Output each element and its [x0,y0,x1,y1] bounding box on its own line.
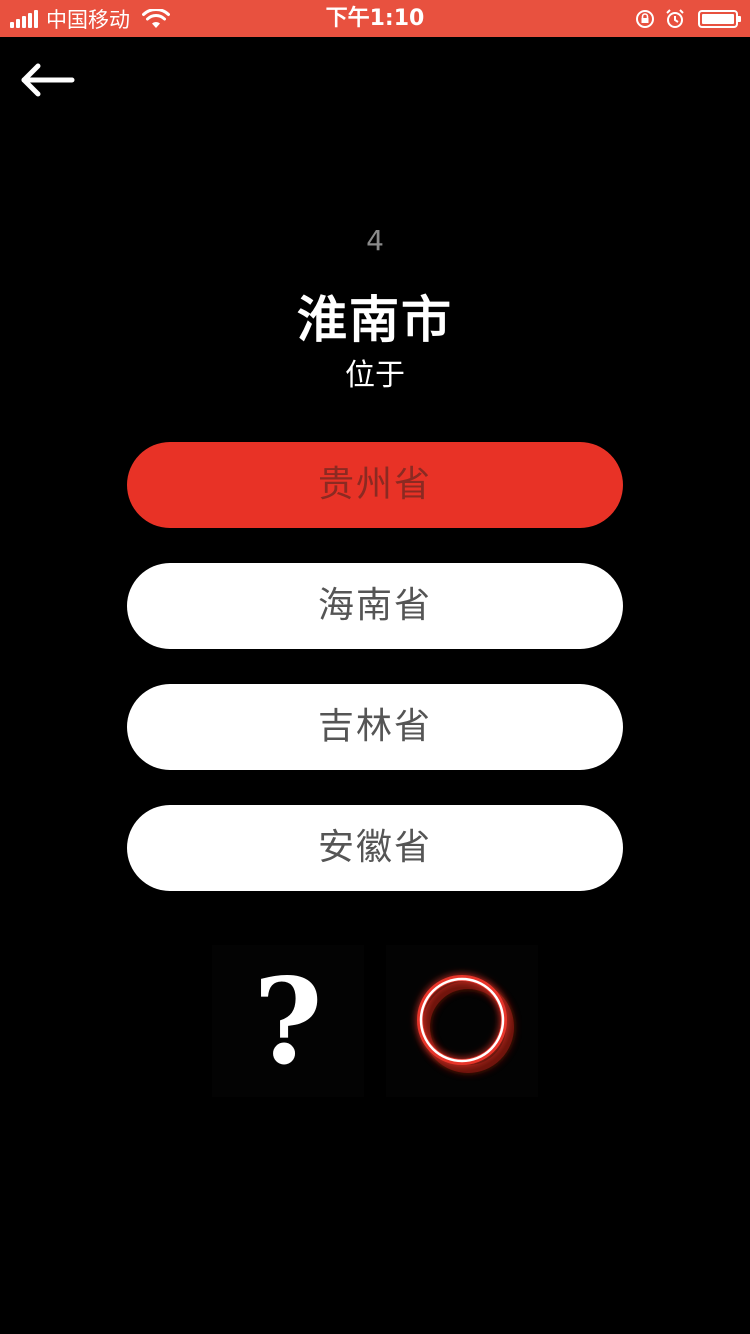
bottom-controls: ? [212,945,538,1101]
question-number: 4 [366,224,384,257]
glowing-circle-icon [417,975,514,1073]
alarm-icon [666,8,684,28]
question-title: 淮南市 [297,291,453,349]
answer-option-2[interactable]: 海南省 [127,563,623,649]
answer-option-1[interactable]: 贵州省 [127,442,623,528]
answer-option-4[interactable]: 安徽省 [127,805,623,891]
quiz-screen: 中国移动 下午1:10 4 淮南市 位于 贵州省 海南省 吉林省 安徽省 ? [0,0,750,1334]
status-right [626,0,741,37]
left-arrow-icon [21,63,75,97]
record-button[interactable] [386,945,538,1097]
answer-options: 贵州省 海南省 吉林省 安徽省 [127,442,623,926]
rotation-lock-icon [636,9,654,28]
battery-icon [698,9,741,28]
question-subtitle: 位于 [345,358,405,393]
status-bar: 中国移动 下午1:10 [0,0,750,37]
back-button[interactable] [20,58,76,102]
answer-option-3[interactable]: 吉林省 [127,684,623,770]
hint-button[interactable]: ? [212,945,364,1097]
